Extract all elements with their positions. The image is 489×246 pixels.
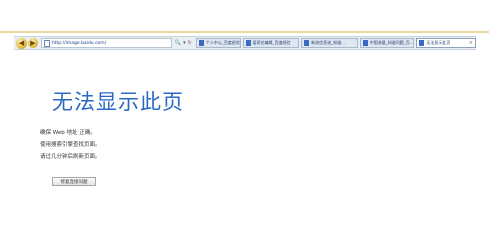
tab-favicon-icon: [198, 40, 204, 46]
tab-cannot-display[interactable]: 无法显示此页 ×: [416, 38, 476, 48]
tab-china-traffic[interactable]: 中国流量_知道问题_百...: [359, 38, 415, 48]
tab-label: 爱奇艺编辑_百度经验: [252, 40, 291, 45]
dropdown-icon[interactable]: ▾: [183, 40, 186, 46]
tab-sina-feed[interactable]: 新浪信息流_知道...: [301, 38, 358, 48]
tip-line: 使用搜索引擎查找页面。: [40, 142, 101, 148]
tab-iqiyi-editor[interactable]: 爱奇艺编辑_百度经验: [242, 38, 300, 48]
tab-favicon-icon: [419, 40, 425, 46]
window-top-edge: [0, 31, 489, 33]
fix-connection-button[interactable]: 修复连接问题: [52, 177, 96, 186]
tab-favicon-icon: [304, 40, 310, 46]
tab-favicon-icon: [362, 40, 368, 46]
tab-label: 中国流量_知道问题_百...: [369, 40, 414, 45]
address-url: http://image.baidu.com/: [51, 40, 107, 46]
error-tips: 确保 Web 地址 正确。 使用搜索引擎查找页面。 请过几分钟后刷新页面。: [40, 127, 101, 163]
forward-button[interactable]: ▶: [27, 38, 38, 48]
back-arrow-icon: ◀: [18, 39, 25, 47]
page-title: 无法显示此页: [52, 90, 184, 114]
back-button[interactable]: ◀: [16, 37, 27, 49]
browser-window: ◀ ▶ http://image.baidu.com/ 🔍 ▾ ↻ 个人中心_百…: [0, 0, 489, 246]
tip-line: 确保 Web 地址 正确。: [40, 130, 96, 136]
refresh-icon[interactable]: ↻: [188, 40, 192, 46]
tab-label: 无法显示此页: [426, 40, 451, 45]
search-icon[interactable]: 🔍: [175, 40, 181, 46]
address-bar[interactable]: http://image.baidu.com/: [40, 38, 172, 48]
tab-favicon-icon: [245, 40, 251, 46]
close-icon[interactable]: ×: [467, 40, 473, 46]
page-icon: [43, 39, 50, 47]
tab-label: 新浪信息流_知道...: [311, 40, 345, 45]
tab-personal-center[interactable]: 个人中心_百度经验: [195, 38, 241, 48]
address-tools: 🔍 ▾ ↻: [175, 40, 192, 46]
forward-arrow-icon: ▶: [30, 39, 36, 47]
browser-toolbar: ◀ ▶ http://image.baidu.com/ 🔍 ▾ ↻ 个人中心_百…: [14, 36, 476, 50]
tip-line: 请过几分钟后刷新页面。: [40, 154, 101, 160]
tab-label: 个人中心_百度经验: [205, 40, 240, 45]
